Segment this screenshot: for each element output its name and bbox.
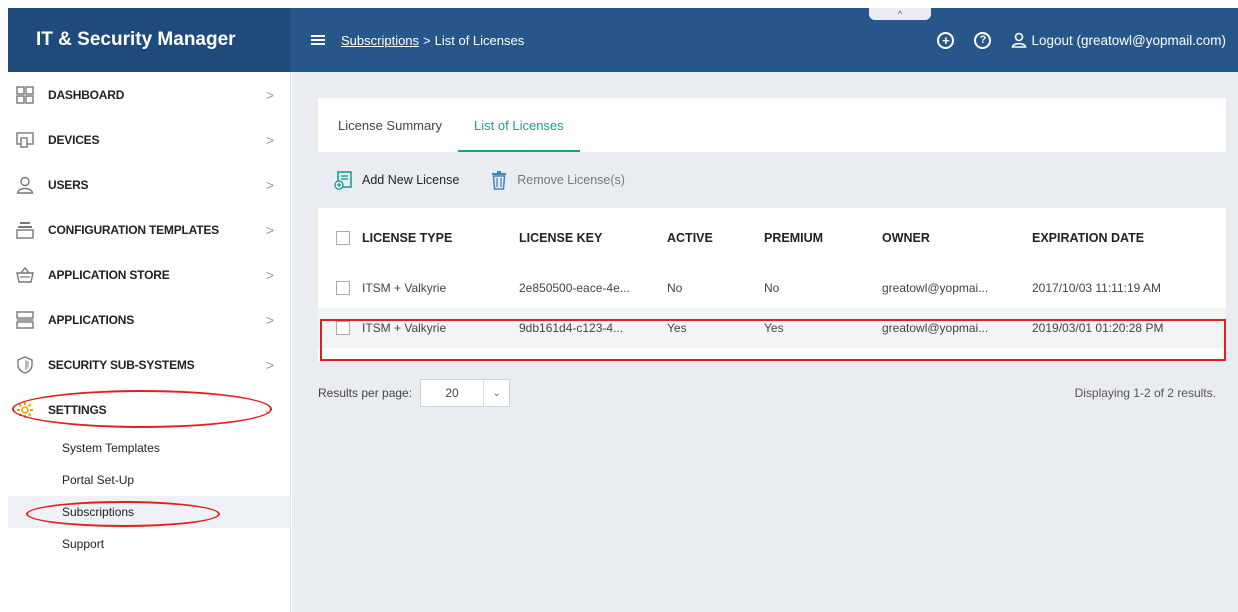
- sidebar-item-label: DASHBOARD: [48, 87, 125, 102]
- table-row: ITSM + Valkyrie 2e850500-eace-4e... No N…: [318, 268, 1226, 308]
- dashboard-grid-icon: [16, 85, 34, 104]
- remove-license-label: Remove License(s): [517, 173, 625, 187]
- app-title: IT & Security Manager: [36, 29, 236, 50]
- breadcrumb-subscriptions[interactable]: Subscriptions: [341, 33, 419, 48]
- chevron-right-icon: >: [265, 266, 274, 283]
- license-key-link[interactable]: 2e850500-eace-4e...: [519, 268, 667, 308]
- row-checkbox[interactable]: [336, 321, 350, 336]
- sidebar-item-label: DEVICES: [48, 132, 100, 147]
- results-per-page-value: 20: [445, 386, 459, 400]
- column-header-active[interactable]: ACTIVE: [667, 208, 764, 268]
- sidebar-item-label: USERS: [48, 177, 89, 192]
- select-all-checkbox[interactable]: [336, 231, 350, 246]
- add-new-license-button[interactable]: Add New License: [334, 170, 459, 190]
- column-header-expiration-date[interactable]: EXPIRATION DATE: [1032, 208, 1226, 268]
- devices-icon: [16, 131, 34, 149]
- sidebar-item-label: SECURITY SUB-SYSTEMS: [48, 357, 195, 372]
- sidebar-item-devices[interactable]: DEVICES >: [8, 117, 290, 162]
- sidebar-item-configuration-templates[interactable]: CONFIGURATION TEMPLATES >: [8, 207, 290, 252]
- column-header-license-key[interactable]: LICENSE KEY: [519, 208, 667, 268]
- sidebar-item-application-store[interactable]: APPLICATION STORE >: [8, 252, 290, 297]
- cell-owner: greatowl@yopmai...: [882, 308, 1032, 348]
- chevron-right-icon: >: [265, 86, 274, 103]
- results-summary: Displaying 1-2 of 2 results.: [1074, 386, 1216, 400]
- sidebar-item-dashboard[interactable]: DASHBOARD >: [8, 72, 290, 117]
- chevron-down-icon: ⌄: [483, 380, 509, 406]
- sidebar-subitem-support[interactable]: Support: [8, 528, 290, 560]
- table-row: ITSM + Valkyrie 9db161d4-c123-4... Yes Y…: [318, 308, 1226, 348]
- column-header-owner[interactable]: OWNER: [882, 208, 1032, 268]
- sidebar-item-users[interactable]: USERS >: [8, 162, 290, 207]
- sidebar-subitem-subscriptions[interactable]: Subscriptions: [8, 496, 290, 528]
- cell-owner: greatowl@yopmai...: [882, 281, 989, 295]
- licenses-card: License Summary List of Licenses Add New…: [318, 98, 1226, 361]
- sidebar: DASHBOARD > DEVICES > USERS > CONFIGURAT…: [8, 72, 291, 612]
- breadcrumb-current: List of Licenses: [434, 32, 525, 48]
- cell-active: No: [667, 281, 683, 295]
- chevron-right-icon: >: [265, 311, 274, 328]
- results-per-page-select[interactable]: 20 ⌄: [420, 379, 511, 407]
- breadcrumb-separator: >: [423, 32, 431, 48]
- applications-icon: [16, 310, 34, 329]
- gear-icon: [16, 401, 34, 419]
- collapse-header-button[interactable]: ^: [869, 8, 931, 20]
- pagination: Results per page: 20 ⌄: [318, 379, 511, 407]
- sidebar-subitem-system-templates[interactable]: System Templates: [8, 432, 290, 464]
- header-actions: + ? Logout (greatowl@yopmail.com): [937, 8, 1226, 72]
- cell-premium: No: [764, 281, 780, 295]
- sidebar-item-security-sub-systems[interactable]: SECURITY SUB-SYSTEMS >: [8, 342, 290, 387]
- cell-expiration-date: 2019/03/01 01:20:28 PM: [1032, 308, 1226, 348]
- licenses-table: LICENSE TYPE LICENSE KEY ACTIVE PREMIUM …: [318, 208, 1226, 348]
- tab-license-summary[interactable]: License Summary: [322, 98, 458, 152]
- remove-license-button[interactable]: Remove License(s): [489, 170, 625, 190]
- results-per-page-label: Results per page:: [318, 386, 413, 400]
- breadcrumb: Subscriptions > List of Licenses: [341, 33, 524, 48]
- chevron-right-icon: >: [265, 221, 274, 238]
- cell-expiration-date: 2017/10/03 11:11:19 AM: [1032, 281, 1161, 295]
- template-stack-icon: [16, 221, 34, 239]
- chevron-down-icon: ⌄: [262, 401, 274, 417]
- add-license-icon: [334, 171, 352, 190]
- sidebar-item-label: APPLICATIONS: [48, 312, 135, 327]
- chevron-right-icon: >: [265, 356, 274, 373]
- sidebar-item-label: APPLICATION STORE: [48, 267, 170, 282]
- cell-license-type: ITSM + Valkyrie: [362, 281, 447, 295]
- logout-label: Logout (greatowl@yopmail.com): [1031, 32, 1226, 48]
- app-title-bar: IT & Security Manager: [8, 8, 291, 72]
- sidebar-item-label: CONFIGURATION TEMPLATES: [48, 222, 219, 237]
- cell-active: Yes: [667, 308, 764, 348]
- sidebar-subitem-portal-setup[interactable]: Portal Set-Up: [8, 464, 290, 496]
- logout-button[interactable]: Logout (greatowl@yopmail.com): [1011, 32, 1226, 48]
- chevron-right-icon: >: [265, 131, 274, 148]
- menu-toggle-icon[interactable]: [311, 35, 325, 45]
- add-new-license-label: Add New License: [362, 173, 460, 187]
- chevron-right-icon: >: [265, 176, 274, 193]
- main-content: License Summary List of Licenses Add New…: [292, 72, 1238, 612]
- sidebar-item-settings[interactable]: SETTINGS ⌄: [8, 387, 290, 432]
- add-device-icon[interactable]: +: [937, 31, 955, 49]
- license-key-link[interactable]: 9db161d4-c123-4...: [519, 308, 667, 348]
- table-header-row: LICENSE TYPE LICENSE KEY ACTIVE PREMIUM …: [318, 208, 1226, 268]
- chevron-up-icon: ^: [897, 9, 903, 19]
- toolbar: Add New License Remove License(s): [318, 152, 1226, 208]
- row-checkbox[interactable]: [336, 281, 350, 296]
- cell-premium: Yes: [764, 308, 882, 348]
- shield-icon: [16, 355, 34, 374]
- sidebar-item-label: SETTINGS: [48, 402, 107, 417]
- tab-bar: License Summary List of Licenses: [318, 98, 1226, 152]
- column-header-license-type[interactable]: LICENSE TYPE: [362, 208, 519, 268]
- top-bar: Subscriptions > List of Licenses ^ + ? L…: [291, 8, 1238, 72]
- basket-icon: [16, 266, 34, 284]
- user-icon: [1012, 32, 1027, 48]
- trash-icon: [492, 171, 507, 190]
- tab-list-of-licenses[interactable]: List of Licenses: [458, 98, 580, 152]
- column-header-premium[interactable]: PREMIUM: [764, 208, 882, 268]
- user-icon: [16, 176, 34, 194]
- help-icon[interactable]: ?: [974, 31, 992, 49]
- sidebar-item-applications[interactable]: APPLICATIONS >: [8, 297, 290, 342]
- cell-license-type: ITSM + Valkyrie: [362, 308, 519, 348]
